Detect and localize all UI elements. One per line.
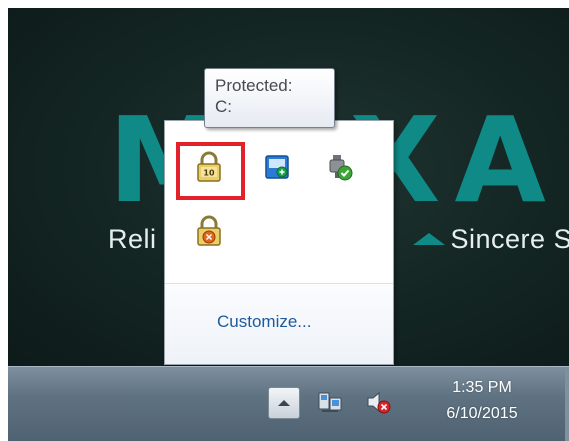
show-desktop-button[interactable] [565,367,569,441]
tooltip-line-2: C: [215,97,232,116]
notification-overflow-flyout: 10 Customize... [164,120,394,365]
show-hidden-icons-button[interactable] [268,387,300,419]
customize-link[interactable]: Customize... [217,312,311,332]
tagline-left: Reli [108,224,157,254]
lock-badge-number: 10 [203,169,215,178]
clock-time: 1:35 PM [452,379,512,396]
system-clock[interactable]: 1:35 PM 6/10/2015 [426,375,538,427]
bitlocker-warning-icon[interactable] [191,213,227,249]
volume-muted-icon[interactable] [364,388,392,416]
tooltip-line-1: Protected: [215,76,293,95]
usb-device-ok-icon[interactable] [321,149,357,185]
icon-tooltip: Protected: C: [204,68,335,128]
bitlocker-protected-drive-icon[interactable]: 10 [191,149,227,185]
tagline-right: Sincere S [450,224,569,254]
tagline-separator-icon [412,232,445,245]
clock-date: 6/10/2015 [446,405,518,422]
chevron-up-icon [278,400,290,406]
network-icon[interactable] [316,388,344,416]
taskbar: 1:35 PM 6/10/2015 [8,366,569,441]
hidden-icons-grid: 10 [165,121,393,281]
network-app-icon[interactable] [259,149,295,185]
